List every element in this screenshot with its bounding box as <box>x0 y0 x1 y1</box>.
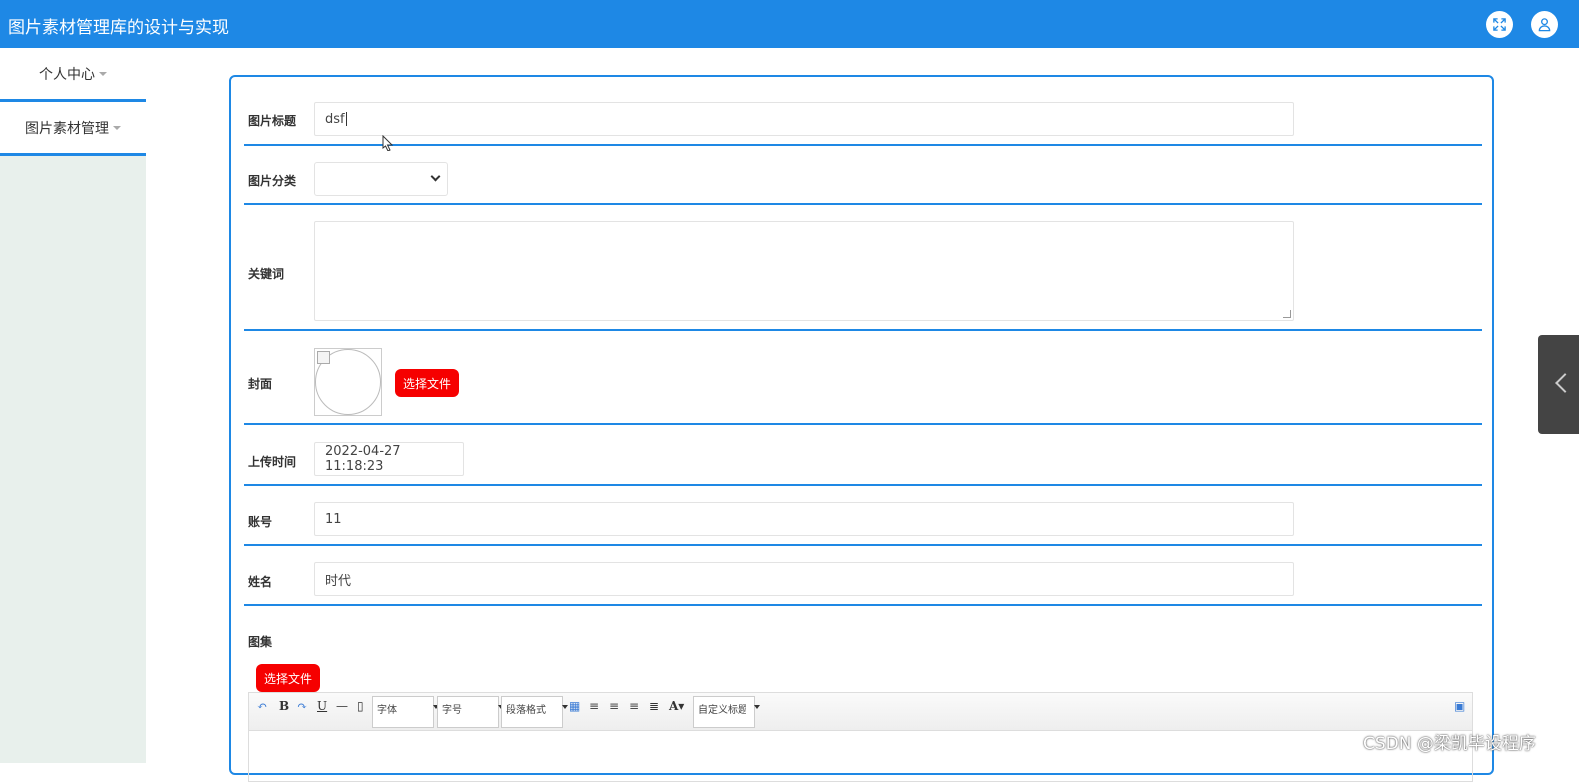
watermark: CSDN @梁凯毕设程序 <box>1363 734 1536 754</box>
fullscreen-button[interactable] <box>1486 11 1513 38</box>
keywords-label: 关键词 <box>248 267 285 281</box>
redo-icon[interactable]: ↷ <box>297 699 307 713</box>
align-center-icon[interactable]: ≡ <box>629 699 639 713</box>
name-label: 姓名 <box>248 575 273 589</box>
cover-choose-file-button[interactable]: 选择文件 <box>395 369 460 397</box>
page-icon[interactable]: ▯ <box>357 699 364 713</box>
align-right-icon[interactable]: ≡ <box>609 699 619 713</box>
horizontal-rule-icon[interactable]: — <box>336 699 348 713</box>
font-size-combo-label: 字号 <box>442 705 462 716</box>
keywords-textarea[interactable] <box>314 221 1294 321</box>
rich-text-editor: ↶ B ↷ U — ▯ 字体 字号 段落格式 ▦ ≡ ≡ ≡ ≣ A▾ 自定义标… <box>248 692 1473 782</box>
expand-icon <box>1493 18 1506 31</box>
align-justify-icon[interactable]: ≣ <box>649 699 659 713</box>
row-divider <box>244 423 1482 425</box>
fullscreen-editor-icon[interactable]: ▣ <box>1454 699 1465 713</box>
form-card: 图片标题 dsf 图片分类 关键词 封面 选择文件 上传时间 2022-04-2… <box>229 75 1494 782</box>
font-color-icon[interactable]: A▾ <box>669 699 684 713</box>
sidebar: 个人中心 图片素材管理 <box>0 48 146 763</box>
category-select[interactable] <box>314 162 448 196</box>
caret-down-icon <box>99 71 107 76</box>
paragraph-format-combo[interactable]: 段落格式 <box>501 696 568 728</box>
paragraph-format-combo-label: 段落格式 <box>506 705 546 716</box>
sidebar-item-image-management[interactable]: 图片素材管理 <box>0 102 146 156</box>
undo-icon[interactable]: ↶ <box>257 699 267 713</box>
font-size-combo[interactable]: 字号 <box>437 696 504 728</box>
title-input-value: dsf <box>325 111 345 127</box>
title-input[interactable]: dsf <box>314 102 1294 136</box>
upload-time-input[interactable]: 2022-04-27 11:18:23 <box>314 442 464 476</box>
broken-image-icon <box>317 351 330 364</box>
row-divider <box>244 329 1482 331</box>
row-divider <box>244 203 1482 205</box>
mouse-cursor-icon <box>382 135 394 151</box>
sidebar-item-label: 图片素材管理 <box>25 120 109 137</box>
custom-title-combo[interactable]: 自定义标题 <box>693 696 760 728</box>
font-family-combo[interactable]: 字体 <box>372 696 439 728</box>
row-divider <box>244 144 1482 146</box>
cover-label: 封面 <box>248 377 273 391</box>
underline-icon[interactable]: U <box>317 699 327 713</box>
account-input[interactable]: 11 <box>314 502 1294 536</box>
editor-toolbar: ↶ B ↷ U — ▯ 字体 字号 段落格式 ▦ ≡ ≡ ≡ ≣ A▾ 自定义标… <box>249 693 1472 731</box>
name-input[interactable]: 时代 <box>314 562 1294 596</box>
row-divider <box>244 544 1482 546</box>
chevron-left-icon <box>1555 373 1575 393</box>
account-label: 账号 <box>248 515 273 529</box>
cover-preview <box>314 348 382 416</box>
dropdown-arrow-icon <box>754 705 760 709</box>
row-divider <box>244 484 1482 486</box>
user-icon <box>1538 18 1551 32</box>
gallery-choose-file-button[interactable]: 选择文件 <box>256 664 321 692</box>
resize-handle-icon[interactable] <box>1283 310 1291 318</box>
row-divider <box>244 604 1482 606</box>
user-button[interactable] <box>1531 11 1558 38</box>
sidebar-item-personal-center[interactable]: 个人中心 <box>0 48 146 102</box>
dropdown-arrow-icon <box>562 705 568 709</box>
custom-title-combo-label: 自定义标题 <box>698 705 746 716</box>
caret-down-icon <box>113 125 121 130</box>
bold-icon[interactable]: B <box>279 699 289 713</box>
top-bar: 图片素材管理库的设计与实现 <box>0 0 1579 48</box>
app-title: 图片素材管理库的设计与实现 <box>8 18 229 38</box>
sidebar-item-label: 个人中心 <box>39 66 95 83</box>
upload-time-label: 上传时间 <box>248 455 297 469</box>
side-collapse-tab[interactable] <box>1538 335 1579 434</box>
text-caret <box>345 112 347 126</box>
gallery-label: 图集 <box>248 635 273 649</box>
category-label: 图片分类 <box>248 174 297 188</box>
font-family-combo-label: 字体 <box>377 705 397 716</box>
chevron-down-icon <box>430 171 441 182</box>
title-label: 图片标题 <box>248 114 297 128</box>
table-icon[interactable]: ▦ <box>569 699 580 713</box>
align-left-icon[interactable]: ≡ <box>589 699 599 713</box>
